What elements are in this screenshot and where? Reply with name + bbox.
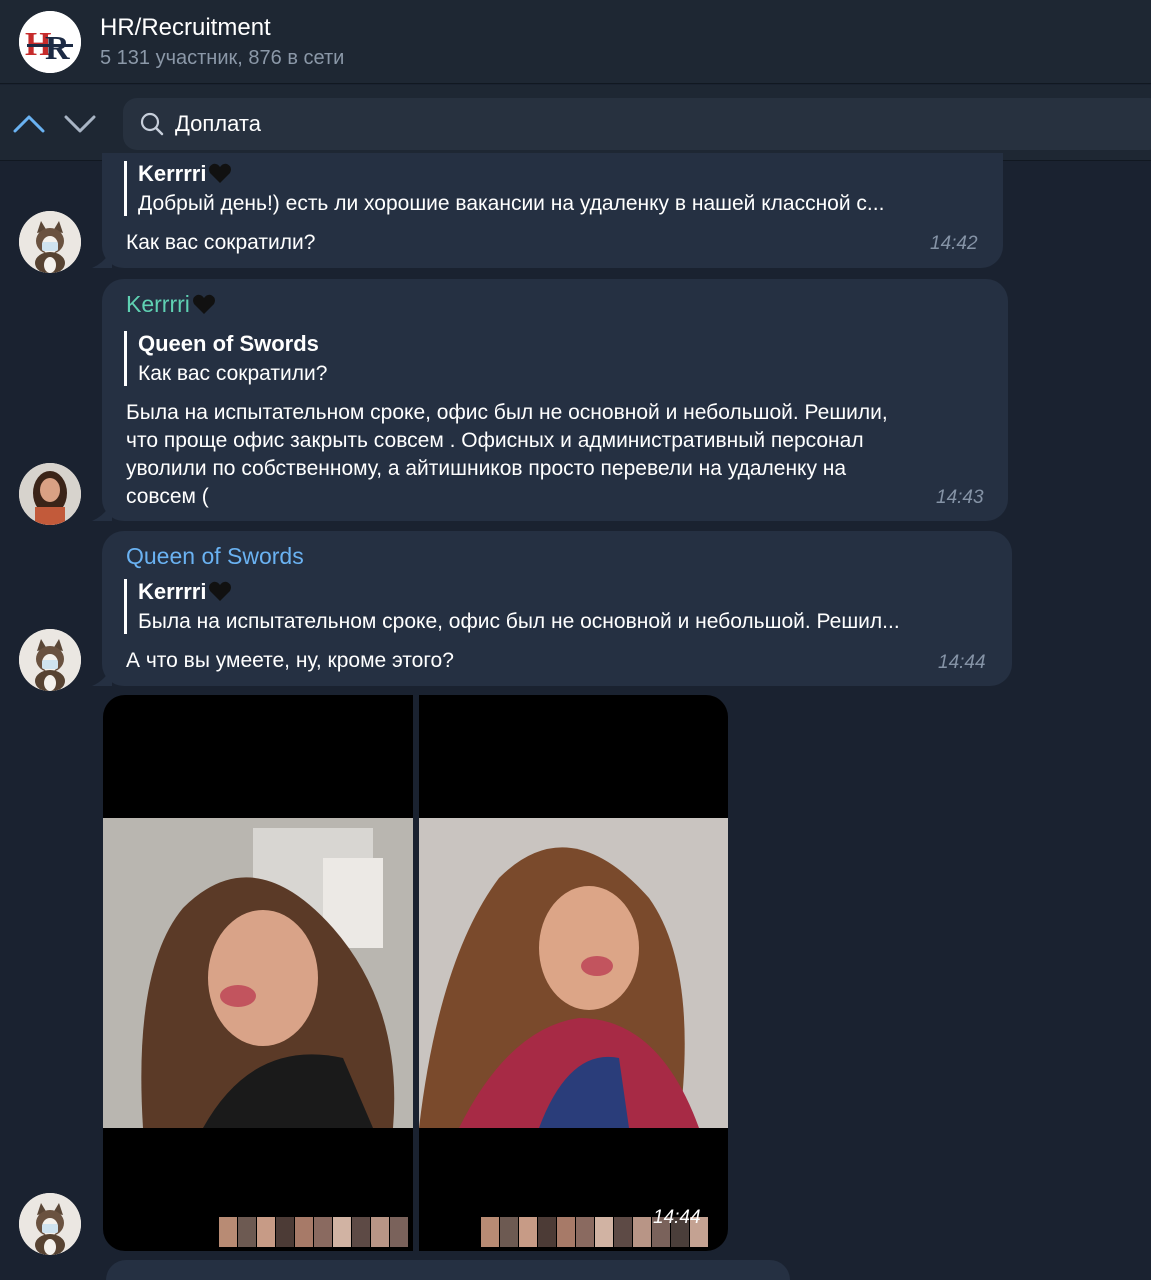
reply-author-name: Kerrrri (138, 579, 207, 604)
message-line: совсем ( (126, 485, 209, 508)
sender-name[interactable]: Queen of Swords (126, 543, 304, 570)
chat-header: H R HR/Recruitment 5 131 участник, 876 в… (0, 0, 1151, 84)
cat-avatar-icon (19, 211, 81, 273)
reply-snippet: Как вас сократили? (138, 362, 328, 385)
search-next-button[interactable] (62, 107, 98, 139)
message-text: Была на испытательном сроке, офис был не… (126, 399, 888, 511)
search-icon (140, 112, 164, 136)
sender-name-text: Kerrrri (126, 291, 190, 317)
bubble-tail (92, 248, 112, 268)
avatar-kerrrri[interactable] (19, 463, 81, 525)
message-time: 14:42 (930, 233, 978, 254)
message-bubble[interactable]: Kerrrri Добрый день!) есть ли хорошие ва… (92, 153, 1003, 268)
bubble-tail (92, 666, 112, 686)
bubble-tail (92, 501, 112, 521)
cat-avatar-icon (19, 1193, 81, 1255)
black-heart-icon (209, 163, 232, 183)
reply-author: Kerrrri (138, 161, 984, 187)
message-bubble[interactable]: Kerrrri Queen of Swords Как вас сократил… (92, 279, 1008, 521)
black-heart-icon (192, 294, 215, 314)
hr-logo-icon: H R (19, 11, 81, 73)
reply-quote[interactable]: Kerrrri Добрый день!) есть ли хорошие ва… (124, 161, 984, 216)
user-photo-icon (19, 463, 81, 525)
sender-name[interactable]: Kerrrri (126, 291, 216, 318)
reply-quote[interactable]: Kerrrri Была на испытательном сроке, офи… (124, 579, 994, 634)
cat-avatar-icon (19, 629, 81, 691)
search-input[interactable] (175, 111, 1075, 137)
photo-image (419, 818, 728, 1128)
avatar-cat[interactable] (19, 1193, 81, 1255)
chevron-up-icon (13, 115, 45, 133)
reply-snippet: Добрый день!) есть ли хорошие вакансии н… (138, 192, 885, 215)
message-time: 14:44 (938, 652, 986, 673)
message-line: Была на испытательном сроке, офис был не… (126, 401, 888, 424)
photo-image (103, 818, 413, 1128)
svg-text:R: R (45, 30, 70, 67)
search-bar (0, 85, 1151, 161)
reply-snippet: Была на испытательном сроке, офис был не… (138, 610, 900, 633)
group-avatar[interactable]: H R (19, 11, 81, 73)
album-photo-1[interactable] (103, 695, 413, 1251)
message-bubble[interactable]: Queen of Swords Kerrrri Была на испытате… (92, 531, 1012, 686)
message-line: уволили по собственному, а айтишников пр… (126, 457, 847, 480)
chevron-down-icon (64, 115, 96, 133)
message-text: А что вы умеете, ну, кроме этого? (126, 649, 454, 672)
reply-author: Kerrrri (138, 579, 994, 605)
message-time: 14:43 (936, 487, 984, 508)
search-field[interactable] (123, 98, 1151, 150)
reply-quote[interactable]: Queen of Swords Как вас сократили? (124, 331, 984, 386)
search-prev-button[interactable] (11, 107, 47, 139)
group-title[interactable]: HR/Recruitment (100, 14, 271, 42)
avatar-cat[interactable] (19, 211, 81, 273)
message-text: Как вас сократили? (126, 231, 316, 254)
reply-author: Queen of Swords (138, 331, 319, 356)
reply-author-name: Kerrrri (138, 161, 207, 186)
message-line: что проще офис закрыть совсем . Офисных … (126, 429, 864, 452)
album-photo-2[interactable]: 14:44 (419, 695, 728, 1251)
message-bubble-partial[interactable] (106, 1260, 790, 1280)
black-heart-icon (209, 581, 232, 601)
group-member-count: 5 131 участник, 876 в сети (100, 47, 345, 69)
avatar-cat[interactable] (19, 629, 81, 691)
thumbnail-strip (219, 1217, 408, 1247)
message-time: 14:44 (653, 1207, 701, 1228)
